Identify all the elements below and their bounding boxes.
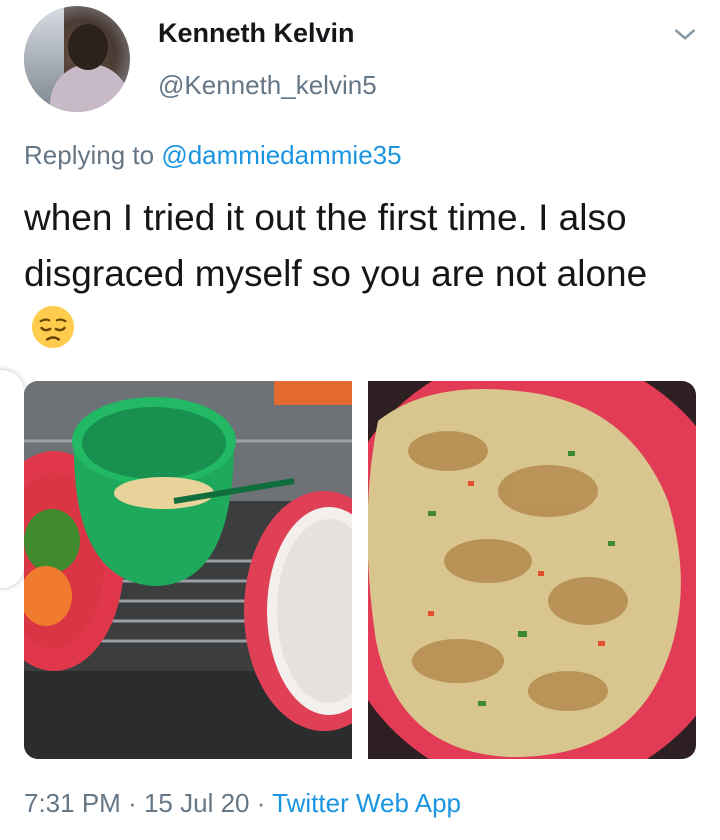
replying-to-label: Replying to (24, 140, 155, 170)
tweet-time[interactable]: 7:31 PM (24, 788, 121, 818)
avatar[interactable] (24, 6, 130, 112)
tweet-card: Kenneth Kelvin @Kenneth_kelvin5 Replying… (0, 0, 720, 840)
tweet-date[interactable]: 15 Jul 20 (144, 788, 250, 818)
side-drawer-handle[interactable] (0, 370, 24, 588)
replying-to-line: Replying to @dammiedammie35 (24, 140, 402, 171)
photo-icon (24, 381, 352, 759)
footer-separator-2: · (256, 788, 266, 818)
chevron-down-icon[interactable] (672, 22, 698, 48)
media-photo-1[interactable] (24, 381, 352, 759)
media-photo-2[interactable] (368, 381, 696, 759)
footer-separator: · (128, 788, 137, 818)
photo-icon (368, 381, 696, 759)
pensive-face-icon (31, 305, 75, 349)
tweet-footer: 7:31 PM · 15 Jul 20 · Twitter Web App (24, 788, 461, 819)
author-handle[interactable]: @Kenneth_kelvin5 (158, 70, 377, 101)
avatar-face (68, 24, 108, 70)
tweet-body: when I tried it out the first time. I al… (24, 197, 648, 294)
reply-mention-link[interactable]: @dammiedammie35 (161, 140, 401, 170)
tweet-text: when I tried it out the first time. I al… (24, 190, 696, 358)
tweet-source-link[interactable]: Twitter Web App (272, 788, 461, 818)
author-name[interactable]: Kenneth Kelvin (158, 18, 355, 49)
